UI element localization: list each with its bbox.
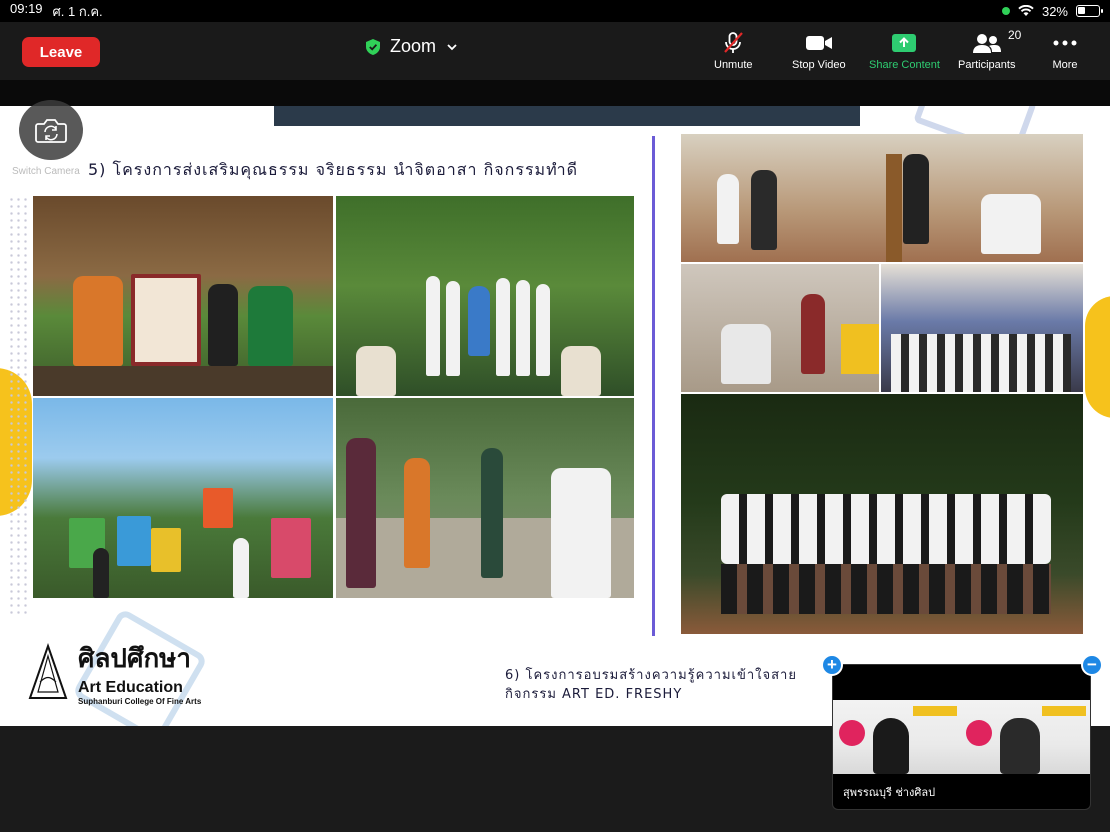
battery-percent: 32% <box>1041 3 1068 19</box>
status-date: ศ. 1 ก.ค. <box>52 3 103 19</box>
wifi-icon <box>1018 5 1034 16</box>
switch-camera-button[interactable] <box>19 100 83 160</box>
logo-subtitle: Suphanburi College Of Fine Arts <box>78 697 202 706</box>
decorative-yellow-shape <box>1085 296 1110 418</box>
meeting-title[interactable]: Zoom <box>366 36 458 57</box>
participants-button[interactable]: 20 Participants <box>958 28 1021 71</box>
chevron-down-icon <box>447 43 457 50</box>
switch-camera-icon <box>35 119 67 143</box>
photo-students-paintings <box>33 398 333 598</box>
logo-thai-text: ศิลปศึกษา <box>78 644 191 674</box>
slide-heading-6-line1: 6) โครงการอบรมสร้างความรู้ความเข้าใจสาย <box>505 668 797 683</box>
photo-classroom <box>681 264 879 392</box>
meeting-title-text: Zoom <box>390 36 437 56</box>
share-screen-icon <box>892 34 917 52</box>
photo-mural-group <box>881 264 1083 392</box>
slide-heading-6: 6) โครงการอบรมสร้างความรู้ความเข้าใจสาย … <box>505 666 835 704</box>
art-education-logo: ศิลปศึกษา Art Education Suphanburi Colle… <box>26 638 201 706</box>
minimize-thumbnail-button[interactable]: − <box>1081 654 1103 676</box>
photo-garden-path <box>336 398 634 598</box>
unmute-label: Unmute <box>714 59 753 71</box>
share-content-button[interactable]: Share Content <box>869 30 940 71</box>
participants-icon <box>972 34 1001 53</box>
more-label: More <box>1052 59 1078 71</box>
battery-icon <box>1076 5 1103 17</box>
stop-video-label: Stop Video <box>792 59 846 71</box>
stop-video-button[interactable]: Stop Video <box>792 30 846 71</box>
video-feed-left <box>833 700 962 774</box>
participants-count: 20 <box>1008 28 1022 42</box>
participant-video-thumbnail[interactable]: สุพรรณบุรี ช่างศิลป <box>832 664 1091 810</box>
video-camera-icon <box>805 36 832 50</box>
switch-camera-label: Switch Camera <box>12 166 80 177</box>
slide-heading-5: 5) โครงการส่งเสริมคุณธรรม จริยธรรม นำจิต… <box>88 160 579 179</box>
unmute-button[interactable]: Unmute <box>714 30 753 71</box>
college-logo-icon <box>28 642 68 699</box>
microphone-muted-icon <box>724 32 744 53</box>
logo-english-text: Art Education <box>78 679 183 696</box>
photo-art-room <box>681 134 1083 262</box>
participant-name: สุพรรณบุรี ช่างศิลป <box>843 786 936 799</box>
participants-label: Participants <box>958 59 1016 71</box>
photo-night-ceremony <box>681 394 1083 634</box>
status-time: 09:19 <box>10 0 43 16</box>
photo-garden-group <box>336 196 634 396</box>
expand-thumbnail-button[interactable]: + <box>821 654 843 676</box>
photo-monk-painting <box>33 196 333 396</box>
shared-screen-slide: 5) โครงการส่งเสริมคุณธรรม จริยธรรม นำจิต… <box>0 106 1110 726</box>
more-button[interactable]: More <box>1052 30 1078 71</box>
shield-icon <box>366 38 380 55</box>
slide-divider <box>652 136 655 636</box>
decorative-dot-pattern <box>8 196 28 616</box>
more-dots-icon <box>1053 40 1077 46</box>
slide-heading-6-line2: กิจกรรม ART ED. FRESHY <box>505 687 683 702</box>
stage-spacer <box>0 80 1110 106</box>
share-content-label: Share Content <box>869 59 940 71</box>
leave-button[interactable]: Leave <box>22 37 100 67</box>
slide-top-bar <box>274 106 860 126</box>
participant-video-feed <box>833 700 1090 774</box>
camera-in-use-indicator <box>1001 7 1010 15</box>
video-feed-right <box>962 700 1090 774</box>
meeting-toolbar: Leave Zoom Unmute Stop Video Share Conte… <box>0 22 1110 80</box>
status-bar: 09:19 ศ. 1 ก.ค. 32% <box>0 0 1110 22</box>
